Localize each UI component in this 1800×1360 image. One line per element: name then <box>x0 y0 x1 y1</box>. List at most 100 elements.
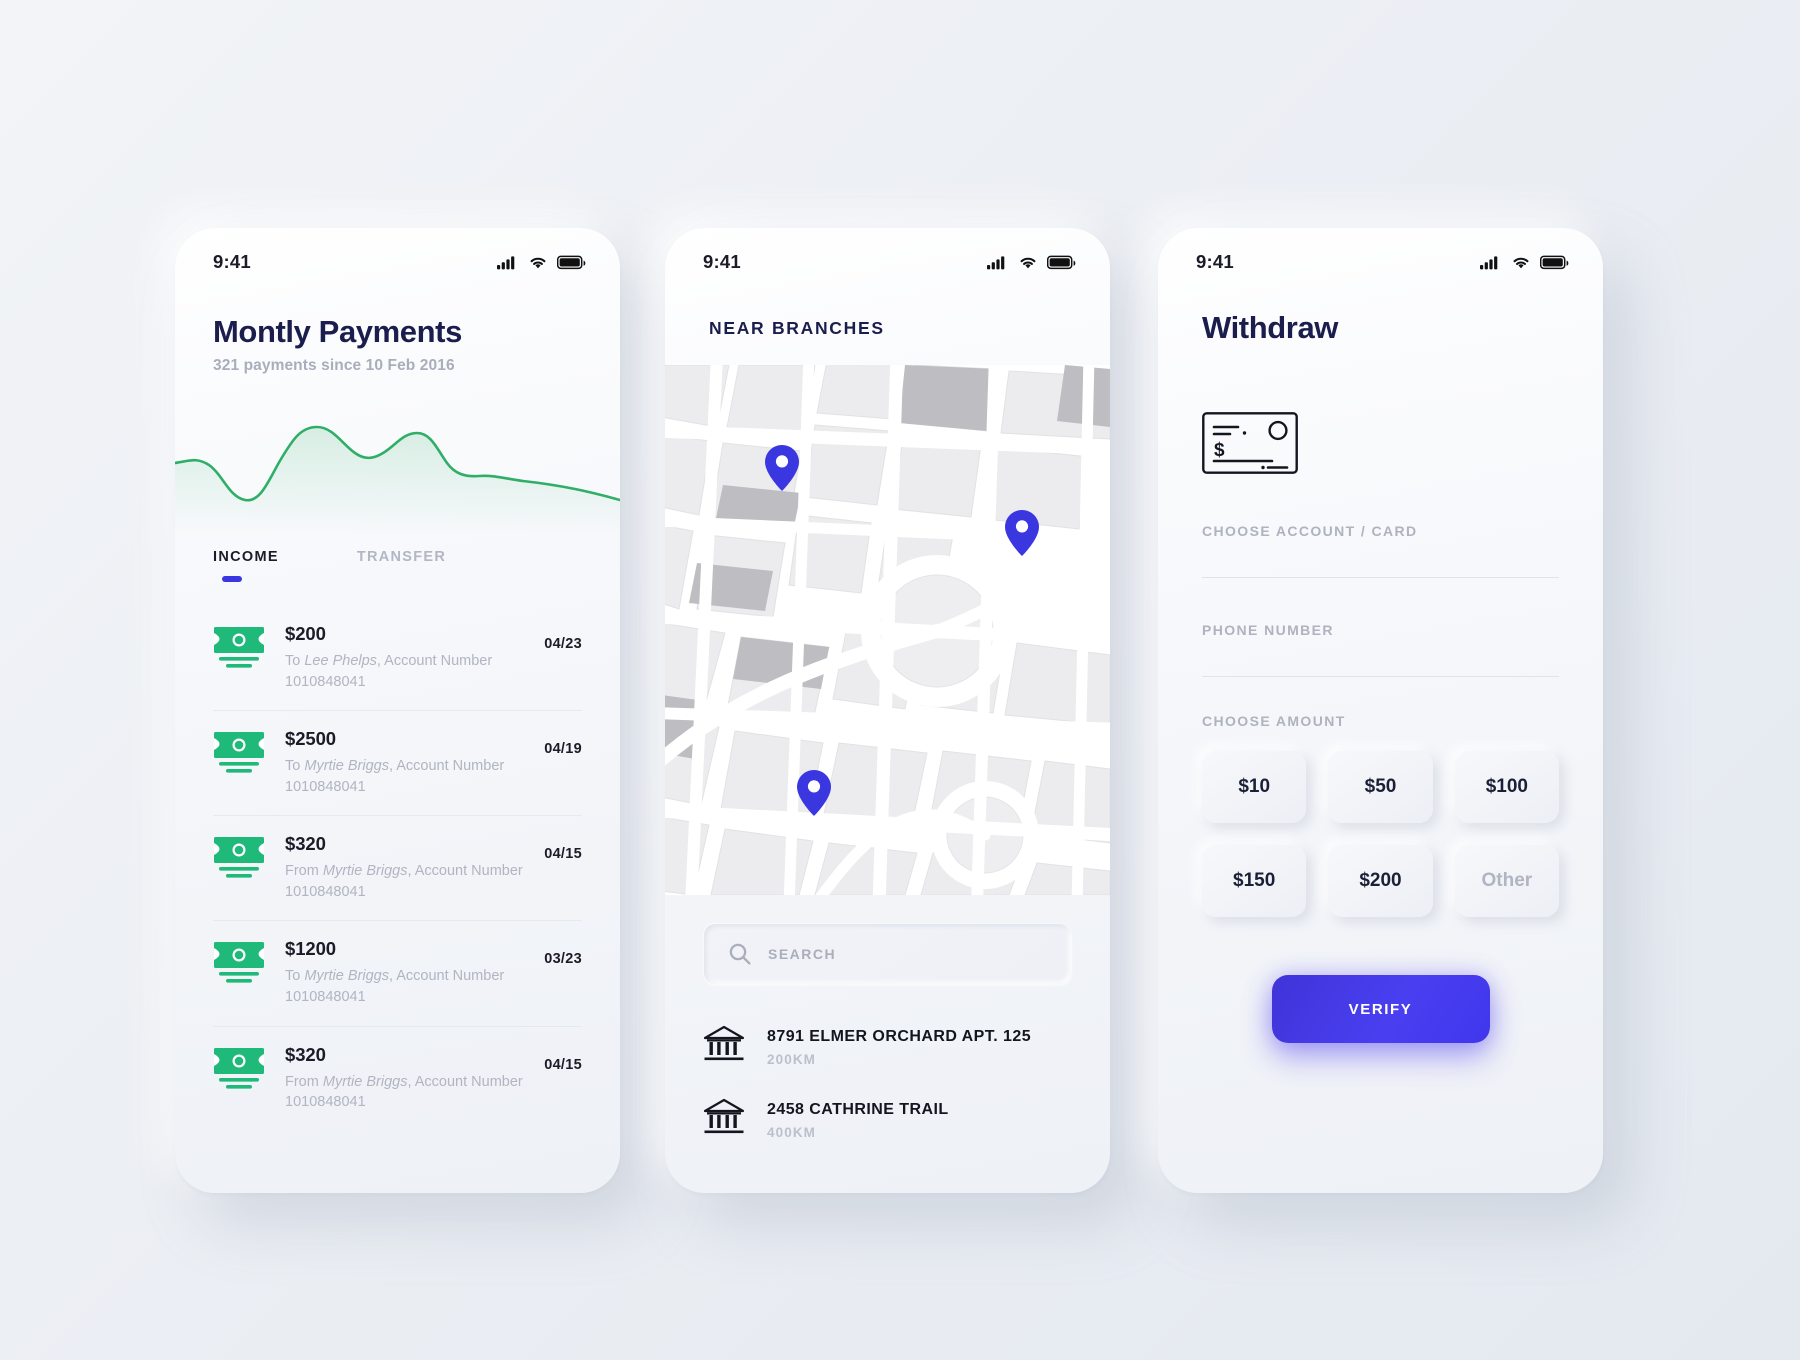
table-row[interactable]: $2500 To Myrtie Briggs, Account Number 1… <box>213 711 582 817</box>
screenshot-stage: 9:41 Montly Payments 321 payments since … <box>0 0 1800 1360</box>
transaction-description: From Myrtie Briggs, Account Number 10108… <box>285 863 523 900</box>
tab-transfer-label: TRANSFER <box>356 549 447 565</box>
amount-button-200[interactable]: $200 <box>1328 845 1433 917</box>
page-subtitle: 321 payments since 10 Feb 2016 <box>213 357 455 374</box>
transaction-amount: $1200 <box>285 938 336 960</box>
choose-amount-label: CHOOSE AMOUNT <box>1202 713 1346 729</box>
branch-info: 8791 ELMER ORCHARD APT. 125 200KM <box>767 1028 1031 1067</box>
status-bar: 9:41 <box>175 228 620 274</box>
status-icons <box>987 255 1076 270</box>
signal-icon <box>497 255 515 269</box>
account-card-field[interactable]: CHOOSE ACCOUNT / CARD <box>1158 523 1603 578</box>
list-item[interactable]: 2458 CATHRINE TRAIL 400KM <box>703 1084 1072 1157</box>
phone-near-branches: 9:41 NEAR BRANCHES SEARCH 8791 ELMER ORC… <box>665 228 1110 1193</box>
amount-button-150[interactable]: $150 <box>1202 845 1307 917</box>
transaction-amount: $320 <box>285 833 326 855</box>
page-title: NEAR BRANCHES <box>709 318 885 338</box>
transaction-date: 04/15 <box>544 1056 582 1073</box>
status-time: 9:41 <box>213 251 251 272</box>
signal-icon <box>1480 255 1498 269</box>
tab-active-indicator <box>222 576 242 582</box>
branch-list: 8791 ELMER ORCHARD APT. 125 200KM 2458 C… <box>665 985 1110 1157</box>
transaction-info: $320 From Myrtie Briggs, Account Number … <box>265 833 544 902</box>
amount-button-50[interactable]: $50 <box>1328 751 1433 823</box>
transaction-info: $200 To Lee Phelps, Account Number 10108… <box>265 623 544 692</box>
transaction-date: 03/23 <box>544 951 582 968</box>
verify-button[interactable]: VERIFY <box>1271 975 1490 1043</box>
phone-number-field[interactable]: PHONE NUMBER <box>1158 622 1603 677</box>
phone-number-label: PHONE NUMBER <box>1202 622 1334 638</box>
transaction-amount: $200 <box>285 623 326 644</box>
payments-header: Montly Payments 321 payments since 10 Fe… <box>175 274 620 375</box>
branch-info: 2458 CATHRINE TRAIL 400KM <box>767 1101 949 1140</box>
map-pin[interactable] <box>797 770 831 816</box>
banknote-icon <box>213 941 265 988</box>
amount-button-other[interactable]: Other <box>1454 845 1559 917</box>
bank-icon <box>703 1098 745 1143</box>
wifi-icon <box>530 257 546 268</box>
branch-distance: 200KM <box>767 1052 817 1067</box>
transaction-info: $1200 To Myrtie Briggs, Account Number 1… <box>265 938 544 1007</box>
battery-icon <box>1047 255 1076 269</box>
banknote-icon <box>213 626 265 673</box>
account-card-label: CHOOSE ACCOUNT / CARD <box>1202 523 1418 539</box>
branch-name: 8791 ELMER ORCHARD APT. 125 <box>767 1028 1032 1045</box>
transaction-description: To Lee Phelps, Account Number 1010848041 <box>285 653 493 690</box>
transaction-date: 04/19 <box>544 741 582 758</box>
amount-grid: $10 $50 $100 $150 $200 Other <box>1158 751 1603 917</box>
phone-monthly-payments: 9:41 Montly Payments 321 payments since … <box>175 228 620 1193</box>
table-row[interactable]: $1200 To Myrtie Briggs, Account Number 1… <box>213 921 582 1027</box>
branch-search-area: SEARCH <box>665 895 1110 985</box>
branch-distance: 400KM <box>767 1125 817 1140</box>
payments-line-chart <box>175 425 620 536</box>
banknote-icon <box>213 731 265 778</box>
tab-income[interactable]: INCOME <box>213 548 279 582</box>
amount-button-100[interactable]: $100 <box>1454 751 1559 823</box>
banknote-icon <box>213 1047 265 1094</box>
map-graphic <box>665 365 1110 895</box>
svg-text:$: $ <box>1214 440 1225 461</box>
search-input[interactable]: SEARCH <box>703 923 1072 985</box>
table-row[interactable]: $200 To Lee Phelps, Account Number 10108… <box>213 606 582 712</box>
phone-withdraw: 9:41 Withdraw $ CHOOSE ACCOUNT / CARD PH… <box>1158 228 1603 1193</box>
bank-icon <box>703 1025 745 1070</box>
status-icons <box>1480 255 1569 270</box>
status-icons <box>497 255 586 270</box>
page-title: Montly Payments <box>213 314 462 349</box>
map-pin[interactable] <box>1005 510 1039 556</box>
transaction-description: From Myrtie Briggs, Account Number 10108… <box>285 1073 523 1111</box>
payments-tabs: INCOME TRANSFER <box>175 536 620 582</box>
table-row[interactable]: $320 From Myrtie Briggs, Account Number … <box>213 1027 582 1131</box>
status-time: 9:41 <box>703 251 741 272</box>
map-pin[interactable] <box>765 445 799 491</box>
branch-name: 2458 CATHRINE TRAIL <box>767 1101 949 1118</box>
cheque-icon: $ <box>1202 412 1603 479</box>
search-placeholder: SEARCH <box>768 946 837 962</box>
transaction-description: To Myrtie Briggs, Account Number 1010848… <box>285 968 505 1006</box>
transaction-date: 04/15 <box>544 846 582 863</box>
table-row[interactable]: $320 From Myrtie Briggs, Account Number … <box>213 816 582 922</box>
wifi-icon <box>1513 257 1529 268</box>
transaction-list: $200 To Lee Phelps, Account Number 10108… <box>175 606 620 1131</box>
transaction-date: 04/23 <box>544 636 582 652</box>
status-bar: 9:41 <box>1158 228 1603 274</box>
transaction-info: $2500 To Myrtie Briggs, Account Number 1… <box>265 728 544 797</box>
tab-transfer[interactable]: TRANSFER <box>357 548 446 582</box>
banknote-icon <box>213 836 265 883</box>
battery-icon <box>557 255 586 269</box>
transaction-description: To Myrtie Briggs, Account Number 1010848… <box>285 758 505 795</box>
account-card-underline <box>1202 577 1559 578</box>
transaction-amount: $2500 <box>285 728 336 750</box>
search-icon <box>729 943 751 965</box>
battery-icon <box>1540 255 1569 269</box>
status-bar: 9:41 <box>665 228 1110 274</box>
branch-map[interactable] <box>665 365 1110 895</box>
list-item[interactable]: 8791 ELMER ORCHARD APT. 125 200KM <box>703 1011 1072 1084</box>
amount-button-10[interactable]: $10 <box>1202 751 1307 823</box>
transaction-info: $320 From Myrtie Briggs, Account Number … <box>265 1044 544 1113</box>
status-time: 9:41 <box>1196 251 1234 272</box>
wifi-icon <box>1020 257 1036 268</box>
page-title: Withdraw <box>1202 310 1339 345</box>
signal-icon <box>987 255 1005 269</box>
verify-area: VERIFY <box>1158 975 1603 1043</box>
